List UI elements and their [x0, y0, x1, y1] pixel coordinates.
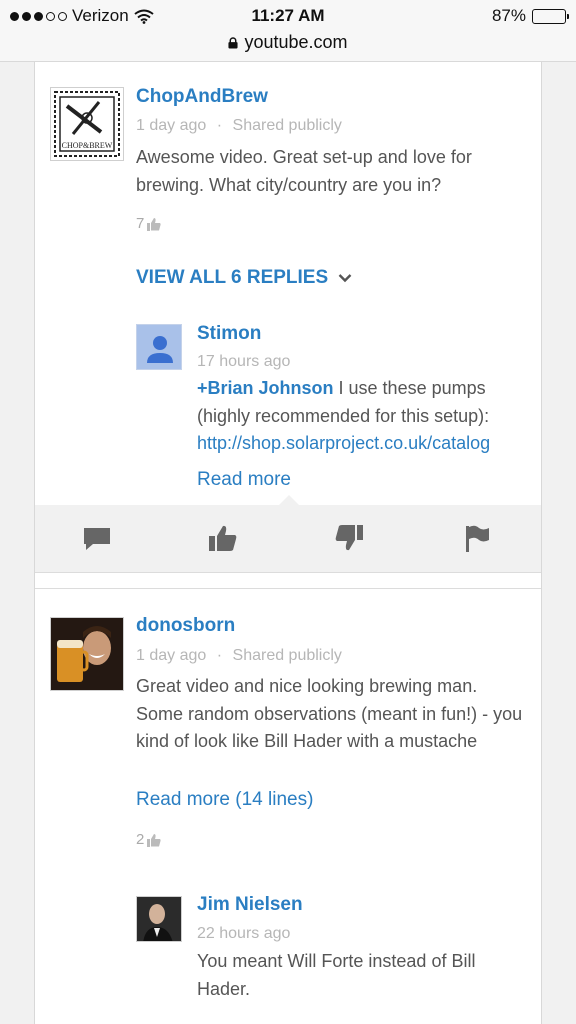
reply-time[interactable]: 17 hours ago	[197, 353, 290, 371]
lock-icon	[228, 36, 239, 48]
view-all-replies-button[interactable]: VIEW ALL 6 REPLIES	[136, 267, 352, 289]
avatar[interactable]	[136, 324, 182, 370]
comment-author[interactable]: donosborn	[136, 615, 235, 637]
default-user-icon	[137, 325, 181, 369]
clock: 11:27 AM	[251, 6, 325, 25]
comment-time[interactable]: 1 day ago	[136, 117, 206, 134]
address-bar[interactable]: youtube.com	[0, 32, 576, 53]
reply-time[interactable]: 22 hours ago	[197, 925, 290, 943]
chevron-down-icon	[338, 274, 352, 283]
reply-author[interactable]: Stimon	[197, 323, 261, 345]
thumbs-up-icon	[147, 217, 162, 231]
like-count-value: 2	[136, 831, 145, 848]
reply-mention[interactable]: +Brian Johnson	[197, 378, 334, 398]
comment-icon[interactable]	[81, 523, 113, 553]
like-count: 7	[136, 215, 162, 232]
battery-status: 87%	[491, 6, 569, 26]
battery-percent: 87%	[491, 6, 526, 25]
user-photo-icon	[137, 897, 181, 941]
url-text: youtube.com	[244, 32, 348, 52]
comment-time[interactable]: 1 day ago	[136, 647, 206, 664]
reply-text: You meant Will Forte instead of Bill Had…	[197, 951, 476, 999]
read-more-link[interactable]: Read more	[197, 469, 291, 491]
meta-separator: ·	[216, 647, 223, 664]
svg-text:CHOP&BREW: CHOP&BREW	[62, 141, 113, 150]
like-count: 2	[136, 831, 162, 848]
like-count-value: 7	[136, 215, 145, 232]
action-bar-pointer	[278, 495, 300, 506]
comment-author[interactable]: ChopAndBrew	[136, 86, 268, 108]
comment-visibility: Shared publicly	[232, 647, 342, 664]
status-bar: Verizon 11:27 AM 87% youtube.com	[0, 0, 576, 62]
avatar[interactable]	[136, 896, 182, 942]
avatar[interactable]: CHOP&BREW	[50, 87, 124, 161]
avatar[interactable]	[50, 617, 124, 691]
read-more-link[interactable]: Read more (14 lines)	[136, 789, 313, 811]
thumbs-up-icon[interactable]	[207, 523, 239, 553]
reply-action-bar	[35, 495, 541, 573]
comment-divider	[35, 588, 541, 589]
thumbs-down-icon[interactable]	[333, 523, 365, 553]
flag-icon[interactable]	[461, 523, 493, 553]
reply-link[interactable]: http://shop.solarproject.co.uk/catalog	[197, 433, 490, 453]
comment-visibility: Shared publicly	[232, 117, 342, 134]
battery-icon	[532, 8, 569, 24]
reply-author[interactable]: Jim Nielsen	[197, 894, 303, 916]
meta-separator: ·	[216, 117, 223, 134]
comment-text: Awesome video. Great set-up and love for…	[136, 147, 472, 195]
comment-meta: 1 day ago · Shared publicly	[136, 647, 342, 665]
reply-text: +Brian Johnson I use these pumps (highly…	[197, 375, 537, 458]
comment-text: Great video and nice looking brewing man…	[136, 676, 523, 751]
thumbs-up-icon	[147, 833, 162, 847]
comments-panel: CHOP&BREW ChopAndBrew 1 day ago · Shared…	[34, 62, 542, 1024]
chop-and-brew-logo-icon: CHOP&BREW	[54, 91, 120, 157]
user-photo-icon	[51, 618, 123, 690]
view-all-replies-label: VIEW ALL 6 REPLIES	[136, 267, 329, 288]
comment-meta: 1 day ago · Shared publicly	[136, 117, 342, 135]
